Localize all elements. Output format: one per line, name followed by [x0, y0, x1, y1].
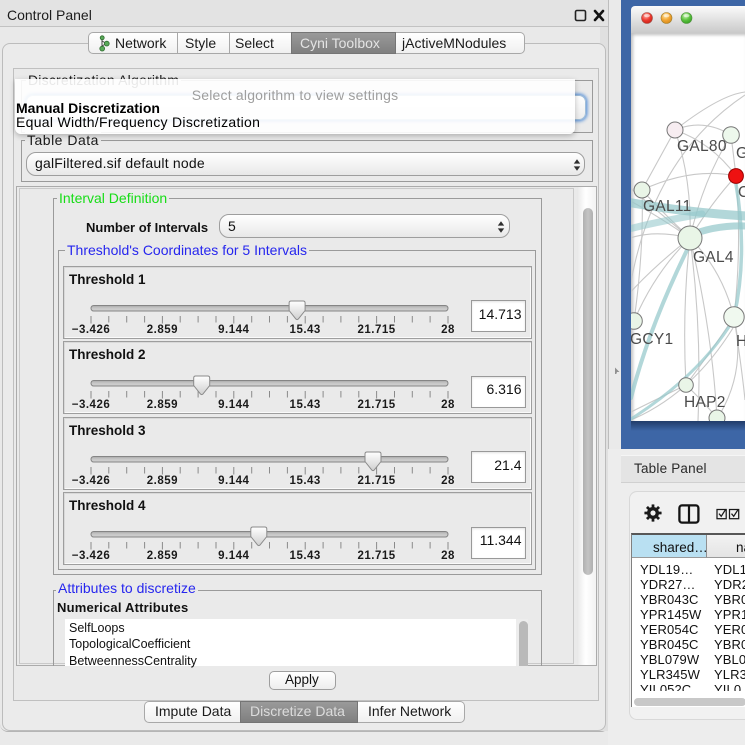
svg-text:C: C: [738, 184, 745, 201]
svg-text:21.715: 21.715: [358, 550, 396, 562]
svg-text:−3.426: −3.426: [72, 475, 111, 487]
svg-text:G: G: [736, 145, 745, 162]
svg-text:15.43: 15.43: [290, 475, 321, 487]
svg-text:GAL4: GAL4: [693, 249, 734, 266]
svg-text:GAL80: GAL80: [677, 138, 727, 155]
svg-text:28: 28: [441, 324, 455, 336]
svg-text:28: 28: [441, 475, 455, 487]
svg-text:9.144: 9.144: [218, 550, 249, 562]
svg-text:2.859: 2.859: [147, 475, 178, 487]
svg-text:2.859: 2.859: [147, 550, 178, 562]
svg-text:9.144: 9.144: [218, 475, 249, 487]
svg-text:21.715: 21.715: [358, 475, 396, 487]
svg-text:GAL11: GAL11: [643, 198, 692, 215]
svg-text:HAP2: HAP2: [684, 394, 726, 411]
svg-text:2.859: 2.859: [147, 399, 178, 411]
svg-text:−3.426: −3.426: [72, 399, 111, 411]
svg-text:15.43: 15.43: [290, 324, 321, 336]
svg-text:9.144: 9.144: [218, 324, 249, 336]
svg-text:9.144: 9.144: [218, 399, 249, 411]
svg-text:28: 28: [441, 399, 455, 411]
svg-text:GCY1: GCY1: [631, 331, 673, 348]
svg-text:15.43: 15.43: [290, 550, 321, 562]
svg-text:28: 28: [441, 550, 455, 562]
svg-text:H: H: [736, 333, 745, 350]
svg-text:21.715: 21.715: [358, 399, 396, 411]
svg-text:−3.426: −3.426: [72, 324, 111, 336]
svg-text:15.43: 15.43: [290, 399, 321, 411]
svg-text:2.859: 2.859: [147, 324, 178, 336]
svg-text:−3.426: −3.426: [72, 550, 111, 562]
svg-text:21.715: 21.715: [358, 324, 396, 336]
